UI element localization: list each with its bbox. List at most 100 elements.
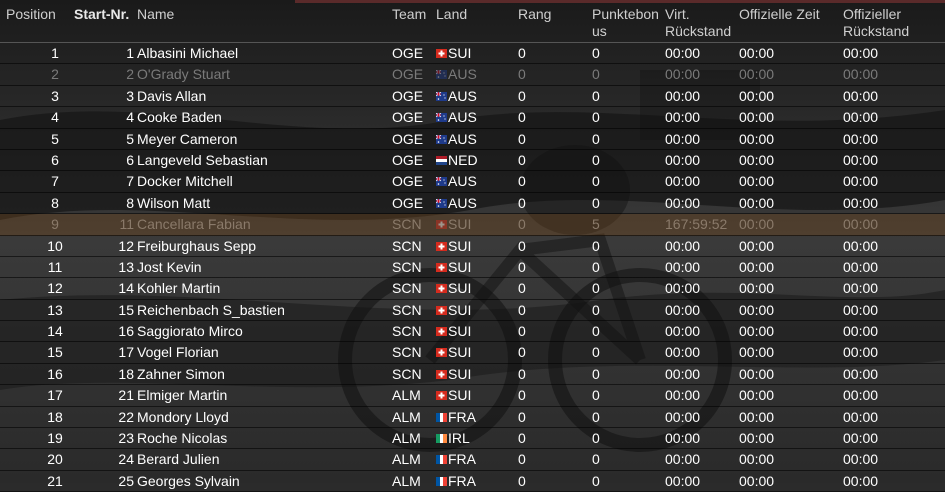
header-offizieller-rueckstand[interactable]: Offizieller Rückstand <box>843 6 909 40</box>
punktebonus-cell: 0 <box>592 344 600 361</box>
table-row[interactable]: 15 17 Vogel Florian SCN SUI 0 0 00:00 00:00 00:00 <box>0 342 945 364</box>
flag-ch-icon <box>436 391 447 401</box>
country-cell: AUS <box>448 130 477 147</box>
header-virt-rueckstand[interactable]: Virt. Rückstand <box>665 6 731 40</box>
team-cell: SCN <box>392 237 422 254</box>
header-land[interactable]: Land <box>436 6 467 23</box>
table-row[interactable]: 16 18 Zahner Simon SCN SUI 0 0 00:00 00:00 00:00 <box>0 364 945 386</box>
offizieller-rueckstand-cell: 00:00 <box>843 66 879 83</box>
header-rang[interactable]: Rang <box>518 6 551 23</box>
offizielle-zeit-cell: 00:00 <box>739 173 775 190</box>
offizieller-rueckstand-cell: 00:00 <box>843 173 879 190</box>
table-row[interactable]: 12 14 Kohler Martin SCN SUI 0 0 00:00 00:00 00:00 <box>0 278 945 300</box>
position-cell: 4 <box>51 109 59 126</box>
team-cell: SCN <box>392 344 422 361</box>
virt-rueckstand-cell: 00:00 <box>665 323 701 340</box>
offizielle-zeit-cell: 00:00 <box>739 408 775 425</box>
table-row[interactable]: 9 11 Cancellara Fabian SCN SUI 0 5 167:59:52 00:… <box>0 214 945 236</box>
punktebonus-cell: 0 <box>592 151 600 168</box>
rider-name-cell: Langeveld Sebastian <box>137 151 268 168</box>
table-row[interactable]: 4 4 Cooke Baden OGE AUS 0 0 00:00 00:00 00:00 <box>0 107 945 129</box>
flag-au-icon <box>436 113 447 123</box>
flag-ch-icon <box>436 220 447 230</box>
offizielle-zeit-cell: 00:00 <box>739 237 775 254</box>
header-punktebonus-line2: us <box>592 23 607 39</box>
flag-ch-icon <box>436 284 447 294</box>
offizielle-zeit-cell: 00:00 <box>739 430 775 447</box>
country-cell: SUI <box>448 216 472 233</box>
table-row[interactable]: 10 12 Freiburghaus Sepp SCN SUI 0 0 00:00 00:00 0… <box>0 236 945 257</box>
header-name[interactable]: Name <box>137 6 174 23</box>
offizieller-rueckstand-cell: 00:00 <box>843 387 879 404</box>
start-nr-cell: 2 <box>126 66 134 83</box>
table-row[interactable]: 7 7 Docker Mitchell OGE AUS 0 0 00:00 00:00 00:00 <box>0 171 945 193</box>
header-punktebonus[interactable]: Punktebon us <box>592 6 659 40</box>
table-row[interactable]: 5 5 Meyer Cameron OGE AUS 0 0 00:00 00:00 00:00 <box>0 129 945 150</box>
table-row[interactable]: 19 23 Roche Nicolas ALM IRL 0 0 00:00 00:00 00:00 <box>0 428 945 450</box>
start-nr-cell: 3 <box>126 87 134 104</box>
offizieller-rueckstand-cell: 00:00 <box>843 151 879 168</box>
start-nr-cell: 15 <box>118 301 134 318</box>
rider-name-cell: Elmiger Martin <box>137 387 228 404</box>
header-offizielle-zeit[interactable]: Offizielle Zeit <box>739 6 820 23</box>
offizieller-rueckstand-cell: 00:00 <box>843 408 879 425</box>
country-cell: AUS <box>448 66 477 83</box>
offizieller-rueckstand-cell: 00:00 <box>843 323 879 340</box>
offizielle-zeit-cell: 00:00 <box>739 45 775 61</box>
header-offr-line2: Rückstand <box>843 23 910 39</box>
virt-rueckstand-cell: 00:00 <box>665 237 701 254</box>
start-nr-cell: 18 <box>118 365 134 382</box>
rider-name-cell: Docker Mitchell <box>137 173 233 190</box>
country-cell: AUS <box>448 87 477 104</box>
team-cell: ALM <box>392 472 421 489</box>
table-row[interactable]: 8 8 Wilson Matt OGE AUS 0 0 00:00 00:00 00:00 <box>0 193 945 215</box>
offizieller-rueckstand-cell: 00:00 <box>843 216 879 233</box>
country-cell: SUI <box>448 387 472 404</box>
top-accent-line <box>295 0 945 3</box>
header-start-nr[interactable]: Start-Nr. <box>74 6 129 23</box>
punktebonus-cell: 0 <box>592 472 600 489</box>
table-row[interactable]: 13 15 Reichenbach S_bastien SCN SUI 0 0 00:00 00… <box>0 300 945 322</box>
offizielle-zeit-cell: 00:00 <box>739 87 775 104</box>
table-row[interactable]: 21 25 Georges Sylvain ALM FRA 0 0 00:00 00:00 00:… <box>0 471 945 492</box>
flag-au-icon <box>436 177 447 187</box>
rider-name-cell: Georges Sylvain <box>137 472 240 489</box>
position-cell: 19 <box>47 430 63 447</box>
table-row[interactable]: 20 24 Berard Julien ALM FRA 0 0 00:00 00:00 00:00 <box>0 449 945 471</box>
punktebonus-cell: 0 <box>592 173 600 190</box>
punktebonus-cell: 0 <box>592 66 600 83</box>
header-offr-line1: Offizieller <box>843 6 902 22</box>
start-nr-cell: 16 <box>118 323 134 340</box>
table-row[interactable]: 6 6 Langeveld Sebastian OGE NED 0 0 00:00 00:00 0… <box>0 150 945 172</box>
table-row[interactable]: 3 3 Davis Allan OGE AUS 0 0 00:00 00:00 00:00 <box>0 86 945 108</box>
table-row[interactable]: 1 1 Albasini Michael OGE SUI 0 0 00:00 00:00 00:0… <box>0 43 945 65</box>
table-row[interactable]: 2 2 O'Grady Stuart OGE AUS 0 0 00:00 00:00 00:00 <box>0 64 945 86</box>
flag-au-icon <box>436 91 447 101</box>
flag-au-icon <box>436 134 447 144</box>
virt-rueckstand-cell: 00:00 <box>665 344 701 361</box>
virt-rueckstand-cell: 00:00 <box>665 258 701 275</box>
header-position[interactable]: Position <box>6 6 56 23</box>
position-cell: 21 <box>47 472 63 489</box>
punktebonus-cell: 0 <box>592 45 600 61</box>
virt-rueckstand-cell: 00:00 <box>665 194 701 211</box>
virt-rueckstand-cell: 00:00 <box>665 365 701 382</box>
country-cell: FRA <box>448 451 476 468</box>
table-row[interactable]: 14 16 Saggiorato Mirco SCN SUI 0 0 00:00 00:00 00… <box>0 321 945 343</box>
table-row[interactable]: 18 22 Mondory Lloyd ALM FRA 0 0 00:00 00:00 00:00 <box>0 407 945 429</box>
table-body: 1 1 Albasini Michael OGE SUI 0 0 00:00 00:00 00:0… <box>0 43 945 492</box>
flag-ch-icon <box>436 241 447 251</box>
punktebonus-cell: 0 <box>592 87 600 104</box>
virt-rueckstand-cell: 00:00 <box>665 45 701 61</box>
position-cell: 14 <box>47 323 63 340</box>
start-nr-cell: 17 <box>118 344 134 361</box>
table-row[interactable]: 17 21 Elmiger Martin ALM SUI 0 0 00:00 00:00 00:0… <box>0 385 945 407</box>
rider-name-cell: Freiburghaus Sepp <box>137 237 257 254</box>
table-row[interactable]: 11 13 Jost Kevin SCN SUI 0 0 00:00 00:00 00:00 <box>0 257 945 279</box>
rang-cell: 0 <box>518 66 526 83</box>
team-cell: OGE <box>392 194 424 211</box>
rang-cell: 0 <box>518 87 526 104</box>
header-team[interactable]: Team <box>392 6 426 23</box>
punktebonus-cell: 0 <box>592 451 600 468</box>
start-nr-cell: 21 <box>118 387 134 404</box>
